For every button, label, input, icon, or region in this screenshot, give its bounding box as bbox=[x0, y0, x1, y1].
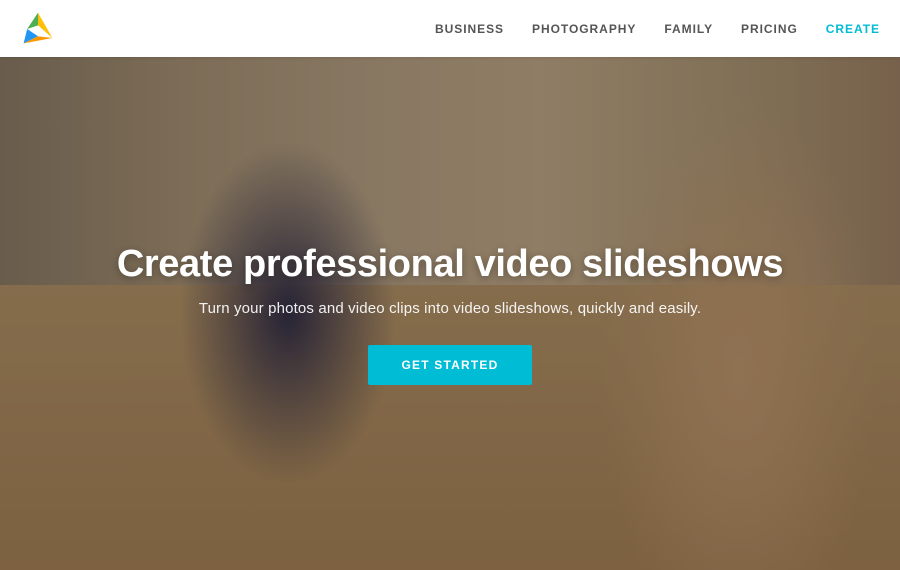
navbar: BUSINESS PHOTOGRAPHY FAMILY PRICING CREA… bbox=[0, 0, 900, 57]
nav-create[interactable]: CREATE bbox=[826, 22, 880, 36]
nav-family[interactable]: FAMILY bbox=[664, 22, 713, 36]
hero-content: Create professional video slideshows Tur… bbox=[0, 57, 900, 570]
hero-subtitle: Turn your photos and video clips into vi… bbox=[199, 300, 701, 317]
logo-icon bbox=[20, 11, 56, 47]
get-started-button[interactable]: GET STARTED bbox=[368, 345, 533, 385]
logo[interactable] bbox=[20, 11, 56, 47]
hero-title: Create professional video slideshows bbox=[117, 243, 783, 286]
nav-links: BUSINESS PHOTOGRAPHY FAMILY PRICING CREA… bbox=[435, 22, 880, 36]
nav-pricing[interactable]: PRICING bbox=[741, 22, 798, 36]
nav-business[interactable]: BUSINESS bbox=[435, 22, 504, 36]
nav-photography[interactable]: PHOTOGRAPHY bbox=[532, 22, 636, 36]
